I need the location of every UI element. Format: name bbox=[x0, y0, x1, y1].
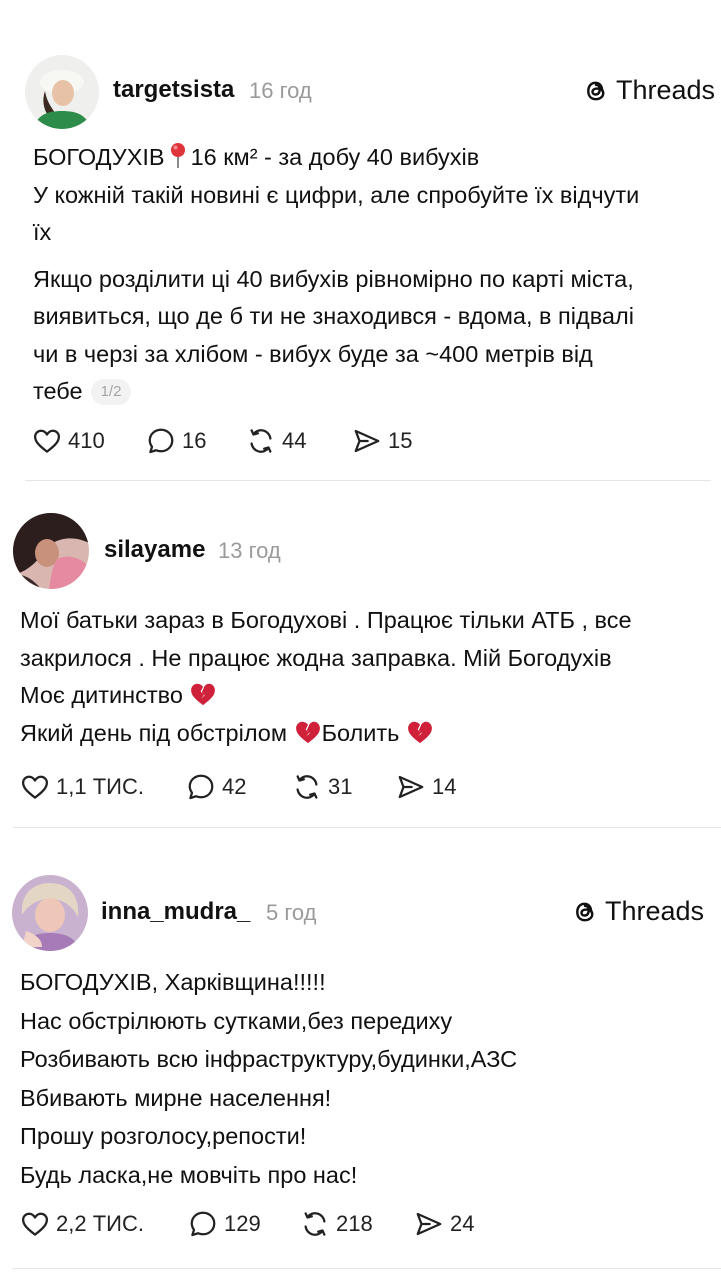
repost-icon bbox=[292, 772, 322, 802]
like-button[interactable]: 1,1 ТИС. bbox=[20, 772, 186, 802]
reply-count: 129 bbox=[224, 1211, 261, 1236]
round-pushpin-icon bbox=[170, 143, 185, 168]
page-indicator[interactable]: 1/2 bbox=[90, 379, 132, 405]
send-icon bbox=[352, 426, 382, 456]
share-button[interactable]: 14 bbox=[396, 772, 456, 802]
reply-bubble-icon bbox=[146, 426, 176, 456]
share-button[interactable]: 15 bbox=[352, 426, 412, 456]
reply-bubble-icon bbox=[186, 772, 216, 802]
reply-button[interactable]: 16 bbox=[146, 426, 246, 456]
username[interactable]: targetsista bbox=[113, 76, 234, 104]
post-time: 16 год bbox=[249, 78, 312, 103]
threads-brand-label: Threads bbox=[616, 75, 716, 105]
reply-button[interactable]: 42 bbox=[186, 772, 292, 802]
share-count: 24 bbox=[450, 1211, 475, 1236]
repost-count: 44 bbox=[282, 428, 307, 453]
like-count: 410 bbox=[68, 428, 105, 453]
repost-icon bbox=[300, 1209, 330, 1239]
post-text: БОГОДУХІВ, Харківщина!!!!! Нас обстрілюю… bbox=[20, 969, 518, 1188]
share-count: 14 bbox=[432, 774, 457, 799]
divider bbox=[13, 827, 721, 828]
like-count: 1,1 ТИС. bbox=[56, 774, 144, 799]
avatar[interactable] bbox=[25, 55, 99, 129]
divider bbox=[25, 480, 711, 481]
reply-bubble-icon bbox=[188, 1209, 218, 1239]
broken-heart-icon bbox=[295, 721, 320, 743]
heart-icon bbox=[20, 772, 50, 802]
share-count: 15 bbox=[388, 428, 413, 453]
broken-heart-icon bbox=[191, 683, 216, 706]
post-actions: 2,2 ТИС. 129 218 24 bbox=[20, 1209, 474, 1239]
heart-icon bbox=[32, 426, 62, 456]
send-icon bbox=[396, 772, 426, 802]
threads-brand[interactable]: Threads bbox=[571, 896, 704, 927]
post-actions: 1,1 ТИС. 42 31 14 bbox=[20, 772, 456, 802]
like-count: 2,2 ТИС. bbox=[56, 1211, 144, 1236]
broken-heart-icon bbox=[408, 721, 432, 743]
repost-button[interactable]: 44 bbox=[246, 426, 352, 456]
username[interactable]: inna_mudra_ bbox=[101, 898, 250, 926]
threads-logo-icon bbox=[571, 898, 599, 926]
reply-button[interactable]: 129 bbox=[188, 1209, 300, 1239]
threads-brand[interactable]: Threads bbox=[582, 75, 715, 106]
repost-button[interactable]: 31 bbox=[292, 772, 396, 802]
like-button[interactable]: 2,2 ТИС. bbox=[20, 1209, 188, 1239]
reply-count: 42 bbox=[222, 774, 247, 799]
threads-logo-icon bbox=[582, 77, 610, 105]
reply-count: 16 bbox=[182, 428, 207, 453]
avatar[interactable] bbox=[12, 875, 88, 951]
repost-count: 218 bbox=[336, 1211, 373, 1236]
post-text: Мої батьки зараз в Богодухові . Працює т… bbox=[20, 607, 632, 746]
divider bbox=[12, 1268, 721, 1269]
repost-icon bbox=[246, 426, 276, 456]
post-time: 13 год bbox=[218, 538, 281, 563]
heart-icon bbox=[20, 1209, 50, 1239]
post-text: БОГОДУХІВ 16 км² - за добу 40 вибухів У к… bbox=[33, 139, 639, 411]
repost-button[interactable]: 218 bbox=[300, 1209, 414, 1239]
post-actions: 410 16 44 15 bbox=[32, 426, 412, 456]
share-button[interactable]: 24 bbox=[414, 1209, 474, 1239]
send-icon bbox=[414, 1209, 444, 1239]
avatar[interactable] bbox=[13, 513, 89, 589]
username[interactable]: silayame bbox=[104, 536, 205, 564]
post-time: 5 год bbox=[266, 900, 317, 925]
top-fragment bbox=[285, 0, 465, 2]
repost-count: 31 bbox=[328, 774, 353, 799]
threads-brand-label: Threads bbox=[605, 896, 705, 926]
like-button[interactable]: 410 bbox=[32, 426, 146, 456]
